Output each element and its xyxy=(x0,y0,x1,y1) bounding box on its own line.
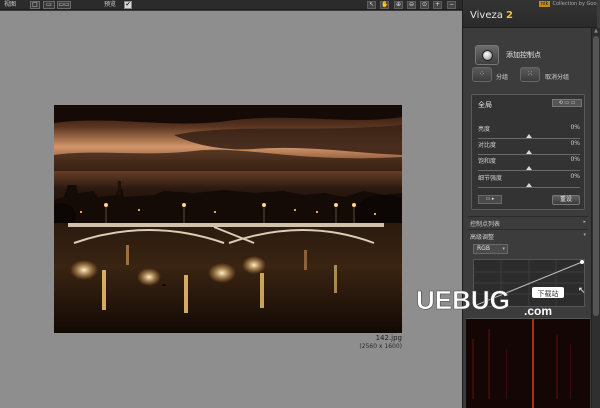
panel-header: Viveza 2 nik Collection by Goo xyxy=(463,0,597,28)
structure-value: 0% xyxy=(570,173,580,180)
histogram-thumbnail xyxy=(466,319,590,408)
global-title: 全局 xyxy=(478,101,492,109)
control-point-list-section[interactable]: 控制点列表 ▸ xyxy=(468,216,588,228)
hand-icon[interactable]: ✋ xyxy=(380,1,389,9)
chevron-down-icon: ▾ xyxy=(583,232,586,238)
saturation-label: 饱和度 xyxy=(478,158,497,165)
group-label: 分组 xyxy=(496,74,509,81)
brand-name: Viveza xyxy=(470,10,503,21)
brightness-slider-thumb[interactable] xyxy=(526,134,532,138)
brand-version: 2 xyxy=(506,10,514,21)
zoom-in-icon[interactable]: ⊕ xyxy=(394,1,403,9)
preview-label: 预览 xyxy=(104,1,117,8)
brightness-label: 亮度 xyxy=(478,126,491,133)
add-control-point-button[interactable] xyxy=(475,45,499,65)
add-control-point-label: 添加控制点 xyxy=(506,51,541,59)
control-point-list-label: 控制点列表 xyxy=(470,221,501,228)
group-icon: ⁘ xyxy=(479,70,485,78)
watermark-logo-text: UEBUG xyxy=(416,285,510,315)
saturation-value: 0% xyxy=(570,156,580,163)
collection-text: Collection by Goo xyxy=(552,1,597,7)
ungroup-icon: ⁙ xyxy=(527,70,533,78)
channel-select-value: RGB xyxy=(477,245,490,252)
reset-button[interactable]: 重设 xyxy=(552,195,580,205)
channel-select[interactable]: RGB ▾ xyxy=(473,244,508,254)
preview-photo[interactable] xyxy=(54,105,402,333)
saturation-slider-track[interactable] xyxy=(478,170,580,171)
watermark-domain: .com xyxy=(524,304,552,317)
plus-icon[interactable]: + xyxy=(433,1,442,9)
group-button[interactable]: ⁘ xyxy=(472,67,492,82)
panel-scrollbar[interactable]: ▲ xyxy=(591,28,600,408)
saturation-slider-thumb[interactable] xyxy=(526,166,532,170)
structure-label: 细节强度 xyxy=(478,175,503,182)
scroll-up-arrow-icon[interactable]: ▲ xyxy=(593,28,599,34)
ungroup-label: 取消分组 xyxy=(545,74,570,81)
zoom-out-icon[interactable]: ⊖ xyxy=(407,1,416,9)
contrast-value: 0% xyxy=(570,140,580,147)
contrast-slider-thumb[interactable] xyxy=(526,150,532,154)
scrollbar-thumb[interactable] xyxy=(593,36,599,316)
brand-title: Viveza 2 xyxy=(470,10,513,21)
contrast-slider-track[interactable] xyxy=(478,154,580,155)
side-by-side-view-button[interactable]: ▭▭ xyxy=(57,1,71,9)
watermark-badge: 下载站 xyxy=(538,289,559,298)
split-view-button[interactable]: ▭ xyxy=(43,1,55,9)
brightness-value: 0% xyxy=(570,124,580,131)
brightness-slider-track[interactable] xyxy=(478,138,580,139)
chevron-down-icon: ▾ xyxy=(502,246,505,252)
collection-credit: nik Collection by Goo xyxy=(539,1,597,7)
advanced-adjust-label: 高级调整 xyxy=(470,234,495,241)
single-view-button[interactable]: □ xyxy=(30,1,40,9)
view-label: 视图 xyxy=(4,1,17,8)
advanced-adjust-section[interactable]: 高级调整 ▾ xyxy=(468,229,588,241)
pointer-icon[interactable]: ↖ xyxy=(367,1,376,9)
structure-slider-track[interactable] xyxy=(478,187,580,188)
night-bridge-photo xyxy=(54,105,402,333)
viveza-app-window: 视图 □ ▭ ▭▭ 预览 ✔ ↖ ✋ ⊕ ⊖ ⊙ + − 142.jpg (25… xyxy=(0,0,600,408)
preview-checkbox[interactable]: ✔ xyxy=(124,1,132,9)
ungroup-button[interactable]: ⁙ xyxy=(520,67,540,82)
structure-slider-thumb[interactable] xyxy=(526,183,532,187)
zoom-fit-icon[interactable]: ⊙ xyxy=(420,1,429,9)
chevron-right-icon: ▸ xyxy=(583,219,586,225)
uebug-watermark: UEBUG .com 下载站 xyxy=(414,283,574,318)
curve-endpoint-handle[interactable] xyxy=(580,260,584,264)
file-name-label: 142.jpg xyxy=(375,334,402,342)
mouse-cursor-icon: ↖ xyxy=(578,286,586,296)
global-options-control[interactable]: ⟲ ▭ ▭ xyxy=(552,99,582,107)
control-point-icon xyxy=(482,50,493,61)
minus-icon[interactable]: − xyxy=(447,1,456,9)
histogram-preview xyxy=(466,318,590,408)
top-toolbar: 视图 □ ▭ ▭▭ 预览 ✔ ↖ ✋ ⊕ ⊖ ⊙ + − xyxy=(0,0,462,10)
uebug-logo: UEBUG .com 下载站 xyxy=(416,285,564,318)
nik-logo: nik xyxy=(539,1,551,7)
file-dimensions-label: (2560 x 1600) xyxy=(359,343,402,350)
contrast-label: 对比度 xyxy=(478,142,497,149)
image-canvas[interactable]: 142.jpg (2560 x 1600) xyxy=(0,11,462,408)
expand-sliders-button[interactable]: ▭ ▸ xyxy=(478,195,502,204)
